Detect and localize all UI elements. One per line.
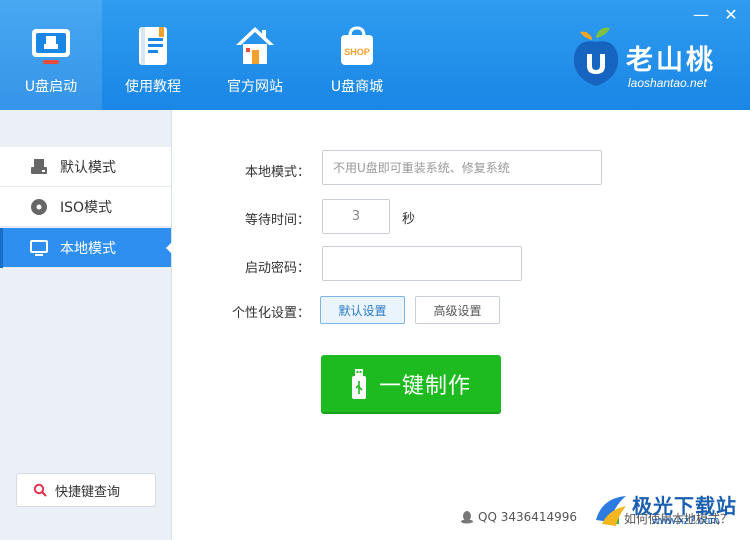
qq-number: QQ 3436414996 xyxy=(478,510,578,524)
aurora-logo-icon xyxy=(596,496,626,526)
sidebar-item-label: ISO模式 xyxy=(60,199,113,216)
local-mode-label: 本地模式： xyxy=(244,165,310,180)
watermark-logo: 极光下载站 www.xz7.com xyxy=(592,488,747,532)
one-click-make-label: 一键制作 xyxy=(378,373,471,399)
shortcut-query-label: 快捷键查询 xyxy=(55,484,121,500)
disc-icon xyxy=(30,198,48,216)
local-mode-input[interactable]: 不用U盘即可重装系统、修复系统 xyxy=(322,150,602,185)
nav-shop-label: U盘商城 xyxy=(330,79,384,95)
brand-logo: 老山桃 laoshantao.net xyxy=(566,24,736,94)
peach-logo-icon xyxy=(573,27,619,86)
nav-official-site[interactable]: 官方网站 xyxy=(204,0,306,110)
drive-icon xyxy=(30,158,48,176)
minimize-button[interactable]: — xyxy=(692,6,710,24)
brand-name-cn: 老山桃 xyxy=(626,45,716,76)
home-icon xyxy=(233,24,277,68)
usb-drive-icon xyxy=(351,368,366,399)
sidebar-item-label: 本地模式 xyxy=(60,240,116,257)
nav-tutorial[interactable]: 使用教程 xyxy=(102,0,204,110)
wait-time-label: 等待时间： xyxy=(244,213,310,228)
qq-contact: QQ 3436414996 xyxy=(460,510,577,524)
advanced-settings-button[interactable]: 高级设置 xyxy=(415,296,500,324)
default-settings-button[interactable]: 默认设置 xyxy=(320,296,405,324)
personalize-label: 个性化设置： xyxy=(231,306,310,321)
monitor-icon xyxy=(30,239,48,257)
nav-shop[interactable]: SHOP U盘商城 xyxy=(306,0,408,110)
boot-password-label: 启动密码： xyxy=(244,261,310,276)
search-icon xyxy=(33,483,47,497)
sidebar-item-default-mode[interactable]: 默认模式 xyxy=(0,147,171,187)
boot-password-input[interactable] xyxy=(322,246,522,281)
wait-time-input[interactable]: 3 xyxy=(322,199,390,234)
nav-tutorial-label: 使用教程 xyxy=(125,79,181,95)
main-nav: U盘启动 使用教程 官方网站 SHOP U盘商城 xyxy=(0,0,408,110)
nav-usb-boot[interactable]: U盘启动 xyxy=(0,0,102,110)
shop-bag-icon: SHOP xyxy=(335,24,379,68)
close-button[interactable]: ✕ xyxy=(722,6,740,24)
qq-penguin-icon xyxy=(461,511,473,524)
sidebar-item-label: 默认模式 xyxy=(60,159,116,176)
shop-bag-text: SHOP xyxy=(344,47,370,57)
shortcut-query-button[interactable]: 快捷键查询 xyxy=(16,473,156,507)
sidebar-item-iso-mode[interactable]: ISO模式 xyxy=(0,187,171,227)
book-icon xyxy=(131,24,175,68)
brand-name-en: laoshantao.net xyxy=(628,76,707,90)
sidebar-item-local-mode[interactable]: 本地模式 xyxy=(0,228,172,268)
one-click-make-button[interactable]: 一键制作 xyxy=(321,355,501,412)
top-header: U盘启动 使用教程 官方网站 SHOP U盘商城 — ✕ 老山桃 laoshan… xyxy=(0,0,750,110)
nav-official-site-label: 官方网站 xyxy=(227,79,283,95)
wait-time-unit: 秒 xyxy=(402,212,416,227)
usb-boot-icon xyxy=(29,24,73,68)
watermark-url: www.xz7.com xyxy=(652,515,720,527)
nav-usb-boot-label: U盘启动 xyxy=(24,79,78,95)
